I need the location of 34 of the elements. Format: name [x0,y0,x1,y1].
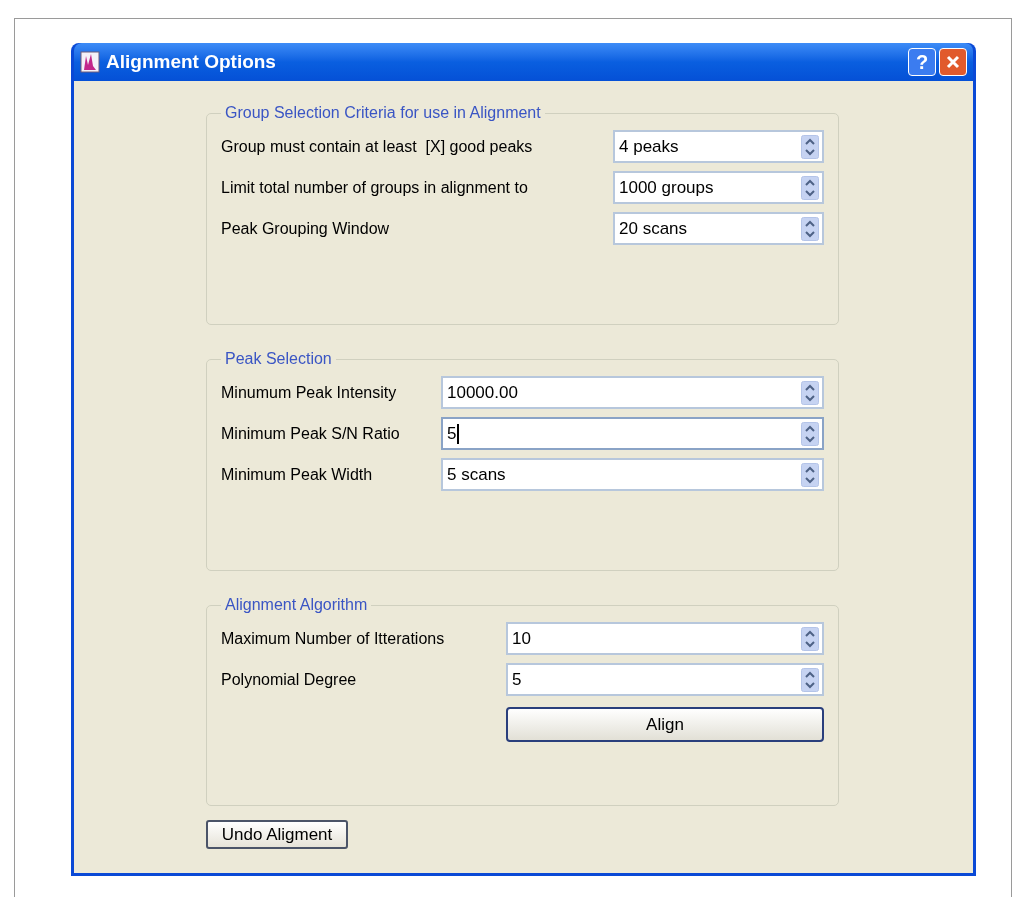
undo-alignment-button[interactable]: Undo Aligment [206,820,348,849]
help-button[interactable]: ? [908,48,936,76]
field-label: Minimum Peak S/N Ratio [221,423,401,444]
field-label: Peak Grouping Window [221,218,391,239]
spin-field[interactable]: 10 [506,622,824,655]
spin-field[interactable]: 10000.00 [441,376,824,409]
spinner-arrows-icon[interactable] [801,216,819,241]
window-title: Alignment Options [106,49,277,74]
spin-field[interactable]: 1000 groups [613,171,824,204]
group-title: Alignment Algorithm [224,595,369,615]
spinner-arrows-icon[interactable] [801,626,819,651]
spin-field[interactable]: 5 [441,417,824,450]
spinner-arrows-icon[interactable] [801,380,819,405]
spinner-arrows-icon[interactable] [801,134,819,159]
close-button[interactable] [939,48,967,76]
spin-field[interactable]: 5 scans [441,458,824,491]
app-icon [80,51,100,73]
group-title: Group Selection Criteria for use in Alignment [224,103,542,123]
field-label: Group must contain at least [X] good peaks [221,136,534,157]
spinner-arrows-icon[interactable] [801,667,819,692]
field-label: Polynomial Degree [221,669,358,690]
field-label: Minimum Peak Width [221,464,374,485]
align-button[interactable]: Align [506,707,824,742]
group-title: Peak Selection [224,349,333,369]
field-label: Minumum Peak Intensity [221,382,398,403]
close-icon [945,54,961,70]
spinner-arrows-icon[interactable] [801,175,819,200]
spinner-arrows-icon[interactable] [801,421,819,446]
field-label: Limit total number of groups in alignment to [221,177,529,198]
field-label: Maximum Number of Itterations [221,628,446,649]
spin-field[interactable]: 20 scans [613,212,824,245]
spin-field[interactable]: 4 peaks [613,130,824,163]
spinner-arrows-icon[interactable] [801,462,819,487]
spin-field[interactable]: 5 [506,663,824,696]
